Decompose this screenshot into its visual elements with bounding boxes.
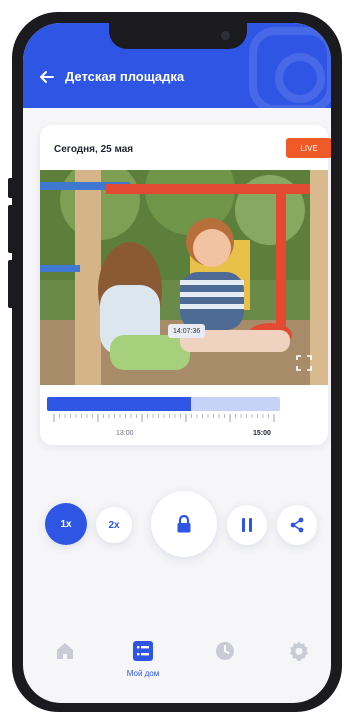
clock-icon bbox=[216, 642, 234, 660]
fullscreen-button[interactable] bbox=[295, 354, 313, 372]
live-badge[interactable]: LIVE bbox=[286, 138, 331, 158]
lock-icon bbox=[177, 515, 191, 533]
date-label: Сегодня, 25 мая bbox=[54, 144, 134, 155]
share-button[interactable] bbox=[277, 505, 317, 545]
lock-button[interactable] bbox=[151, 491, 217, 557]
front-camera bbox=[221, 31, 230, 40]
list-icon bbox=[133, 641, 153, 661]
pause-button[interactable] bbox=[227, 505, 267, 545]
tab-settings[interactable] bbox=[274, 636, 324, 686]
volume-down-button bbox=[8, 260, 14, 308]
back-button[interactable] bbox=[37, 67, 57, 87]
video-frame bbox=[40, 170, 328, 385]
camera-card: Сегодня, 25 мая LIVE 14:07:36 13:00 15:0… bbox=[40, 125, 331, 445]
mute-switch bbox=[8, 178, 14, 198]
tab-history[interactable] bbox=[200, 636, 250, 686]
bottom-tab-bar: Мой дом bbox=[23, 628, 331, 703]
header-decoration bbox=[249, 27, 331, 108]
volume-up-button bbox=[8, 205, 14, 253]
timeline-ticks bbox=[53, 414, 275, 422]
gear-icon bbox=[289, 641, 309, 661]
timeline-scrubber[interactable] bbox=[47, 397, 280, 411]
timeline-progress bbox=[47, 397, 192, 411]
home-icon bbox=[57, 643, 73, 659]
current-time-tooltip: 14:07:36 bbox=[168, 324, 206, 338]
camera-video[interactable] bbox=[40, 170, 328, 385]
speed-2x-button[interactable]: 2x bbox=[96, 507, 132, 543]
arrow-left-icon bbox=[40, 71, 54, 83]
app-screen: Детская площадка Сегодня, 25 мая LIVE 14… bbox=[23, 23, 331, 703]
tab-my-home[interactable]: Мой дом bbox=[118, 636, 168, 686]
phone-notch bbox=[109, 23, 247, 49]
tab-my-home-label: Мой дом bbox=[126, 669, 160, 678]
fullscreen-icon bbox=[296, 355, 312, 371]
timeline-label-start: 13:00 bbox=[116, 430, 134, 437]
page-title: Детская площадка bbox=[65, 69, 185, 84]
speed-1x-button[interactable]: 1x bbox=[45, 503, 87, 545]
tab-home[interactable] bbox=[40, 636, 90, 686]
pause-icon bbox=[242, 518, 252, 532]
timeline-label-end: 15:00 bbox=[253, 430, 271, 437]
share-icon bbox=[290, 517, 304, 533]
